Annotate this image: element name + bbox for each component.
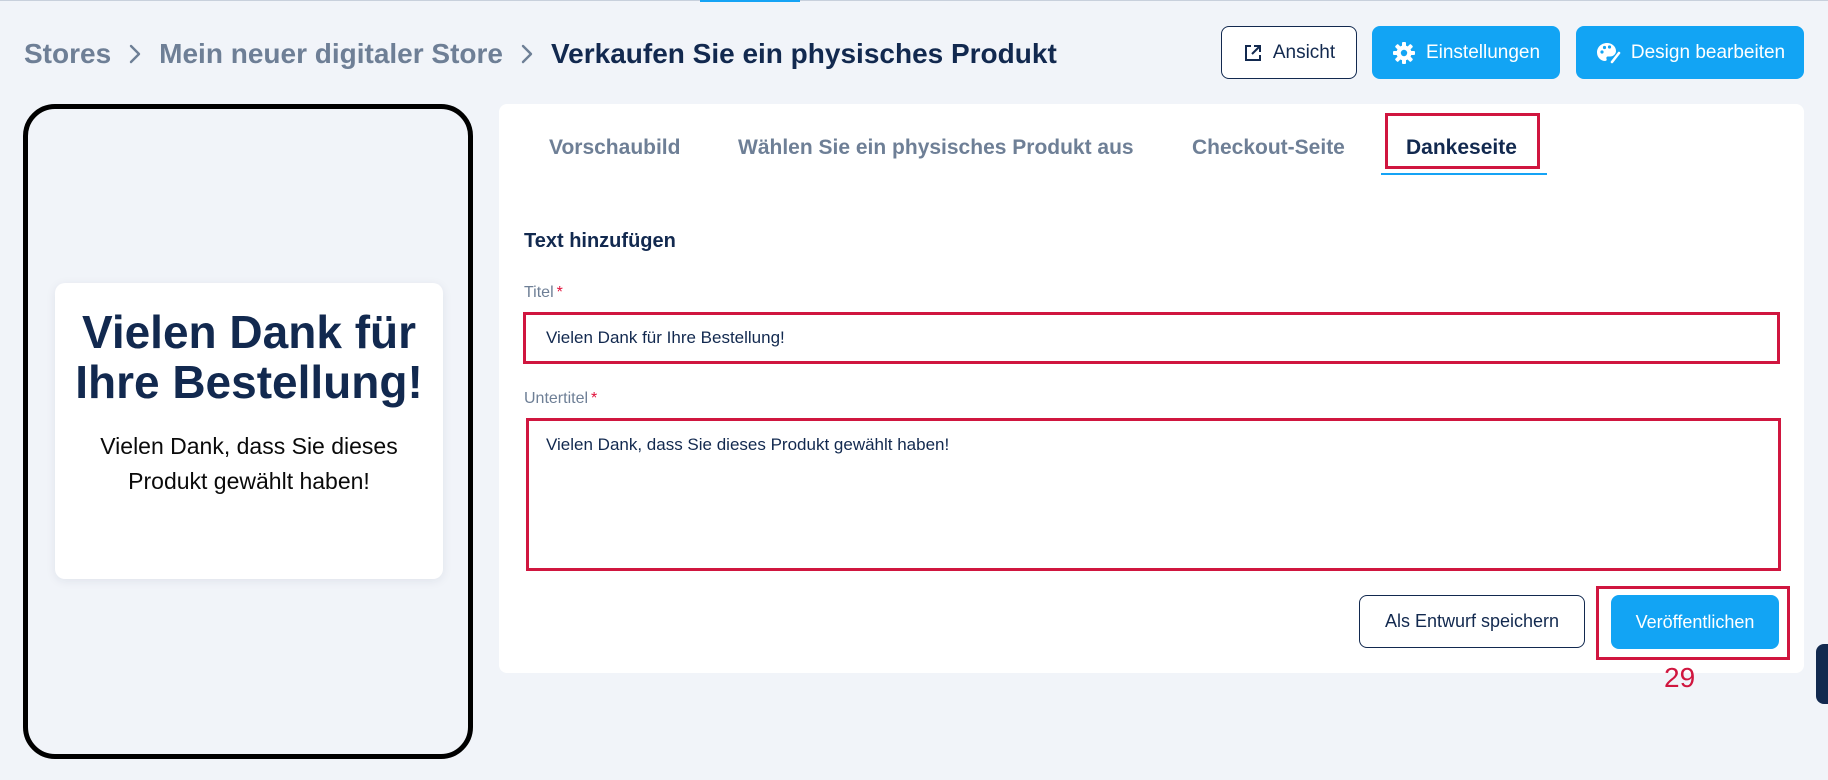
preview-title: Vielen Dank für Ihre Bestellung!	[75, 306, 423, 408]
tab-bar: Vorschaubild Wählen Sie ein physisches P…	[499, 104, 1804, 178]
breadcrumb: Stores Mein neuer digitaler Store Verkau…	[24, 34, 1057, 74]
tab-highlight-box	[1385, 113, 1540, 169]
subtitle-textarea[interactable]: Vielen Dank, dass Sie dieses Produkt gew…	[526, 418, 1781, 571]
settings-button[interactable]: Einstellungen	[1372, 26, 1560, 79]
thank-you-preview-card: Vielen Dank für Ihre Bestellung! Vielen …	[55, 283, 443, 579]
breadcrumb-store[interactable]: Mein neuer digitaler Store	[159, 38, 503, 70]
chevron-right-icon	[521, 44, 533, 64]
edit-design-button-label: Design bearbeiten	[1630, 41, 1786, 63]
title-field-label: Titel *	[524, 284, 563, 302]
save-draft-label: Als Entwurf speichern	[1384, 611, 1560, 631]
title-input-value: Vielen Dank für Ihre Bestellung!	[546, 328, 785, 347]
top-divider	[0, 0, 1828, 1]
subtitle-field-label: Untertitel *	[524, 390, 597, 408]
publish-label: Veröffentlichen	[1635, 611, 1755, 632]
tab-checkout-page[interactable]: Checkout-Seite	[1192, 136, 1345, 160]
editor-panel: Vorschaubild Wählen Sie ein physisches P…	[499, 104, 1804, 673]
title-label-text: Titel	[524, 284, 554, 301]
breadcrumb-stores[interactable]: Stores	[24, 38, 111, 70]
palette-icon	[1595, 41, 1621, 65]
gear-icon	[1392, 41, 1416, 65]
active-tab-indicator	[1381, 173, 1547, 175]
view-button[interactable]: Ansicht	[1221, 26, 1357, 79]
subtitle-textarea-value: Vielen Dank, dass Sie dieses Produkt gew…	[546, 435, 950, 454]
side-edge-tab[interactable]	[1816, 644, 1828, 704]
tab-preview-image[interactable]: Vorschaubild	[549, 136, 680, 160]
chevron-right-icon	[129, 44, 141, 64]
required-marker: *	[556, 284, 563, 301]
phone-preview: Vielen Dank für Ihre Bestellung! Vielen …	[23, 104, 473, 759]
external-link-icon	[1243, 43, 1263, 63]
view-button-label: Ansicht	[1272, 41, 1336, 63]
edit-design-button[interactable]: Design bearbeiten	[1576, 26, 1804, 79]
save-draft-button[interactable]: Als Entwurf speichern	[1359, 595, 1585, 648]
tab-choose-product[interactable]: Wählen Sie ein physisches Produkt aus	[738, 136, 1134, 160]
page-title: Verkaufen Sie ein physisches Produkt	[551, 38, 1057, 69]
top-accent-bar	[700, 0, 800, 2]
section-title: Text hinzufügen	[524, 230, 676, 252]
title-input[interactable]: Vielen Dank für Ihre Bestellung!	[523, 312, 1780, 364]
publish-button[interactable]: Veröffentlichen	[1611, 595, 1779, 649]
preview-subtitle: Vielen Dank, dass Sie dieses Produkt gew…	[100, 433, 398, 494]
step-number-annotation: 29	[1664, 662, 1696, 693]
subtitle-label-text: Untertitel	[524, 390, 589, 407]
required-marker: *	[591, 390, 598, 407]
settings-button-label: Einstellungen	[1425, 41, 1541, 63]
